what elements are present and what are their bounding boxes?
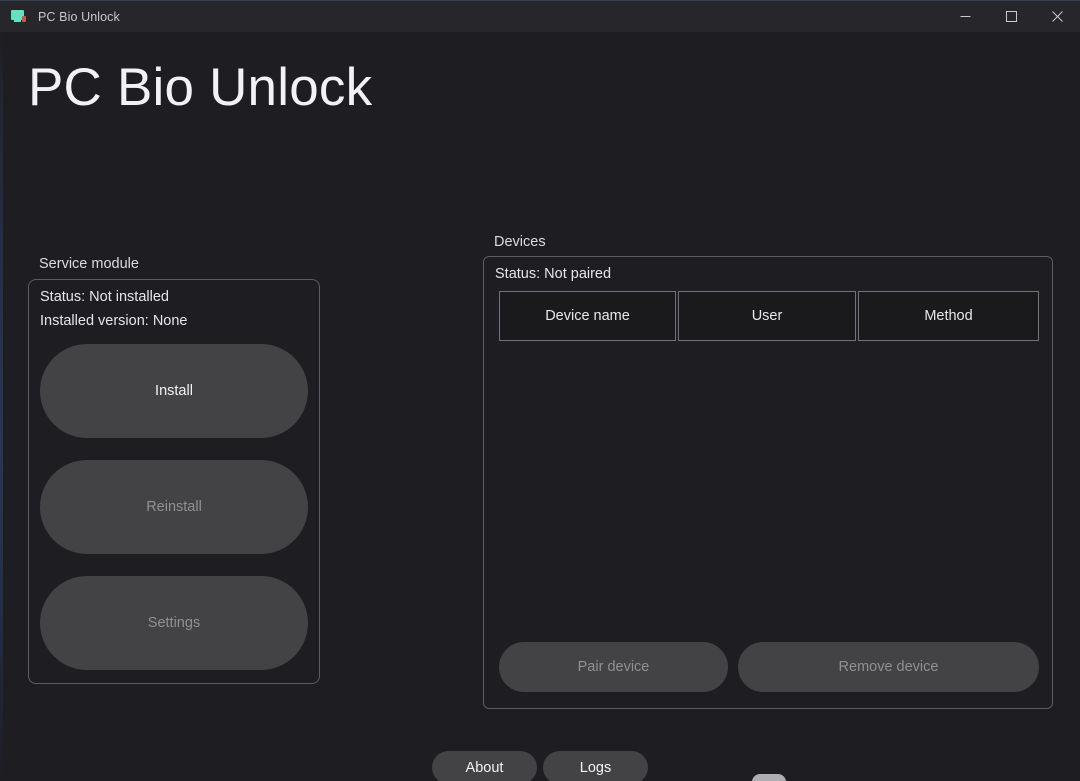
remove-device-button[interactable]: Remove device [738, 642, 1039, 692]
monitor-icon-badge [22, 15, 26, 22]
maximize-icon[interactable] [988, 1, 1034, 33]
window-controls [942, 1, 1080, 33]
devices-panel: Status: Not paired Device name User Meth… [483, 256, 1053, 709]
column-header-user[interactable]: User [678, 291, 856, 341]
settings-button[interactable]: Settings [40, 576, 308, 670]
service-module-panel: Status: Not installed Installed version:… [28, 279, 320, 684]
window-title: PC Bio Unlock [38, 9, 120, 24]
devices-status-text: Status: Not paired [495, 266, 612, 282]
about-button[interactable]: About [432, 751, 537, 781]
devices-caption: Devices [494, 234, 546, 250]
bottom-bar: About Logs [0, 749, 1080, 781]
minimize-icon[interactable] [942, 1, 988, 33]
bottom-partial-control[interactable] [752, 774, 786, 781]
logs-button[interactable]: Logs [543, 751, 648, 781]
pair-device-button[interactable]: Pair device [499, 642, 728, 692]
service-module-caption: Service module [39, 256, 139, 272]
monitor-icon-stand [14, 19, 21, 22]
devices-table-body[interactable] [499, 343, 1039, 633]
close-icon[interactable] [1034, 1, 1080, 33]
monitor-icon [11, 9, 27, 25]
reinstall-button[interactable]: Reinstall [40, 460, 308, 554]
service-status-text: Status: Not installed [40, 289, 169, 305]
service-version-text: Installed version: None [40, 313, 188, 329]
devices-table-header: Device name User Method [499, 291, 1039, 341]
column-header-method[interactable]: Method [858, 291, 1039, 341]
window-left-edge-glow [0, 32, 3, 781]
page-title: PC Bio Unlock [28, 58, 373, 117]
column-header-device-name[interactable]: Device name [499, 291, 676, 341]
window-titlebar: PC Bio Unlock [0, 0, 1080, 32]
install-button[interactable]: Install [40, 344, 308, 438]
